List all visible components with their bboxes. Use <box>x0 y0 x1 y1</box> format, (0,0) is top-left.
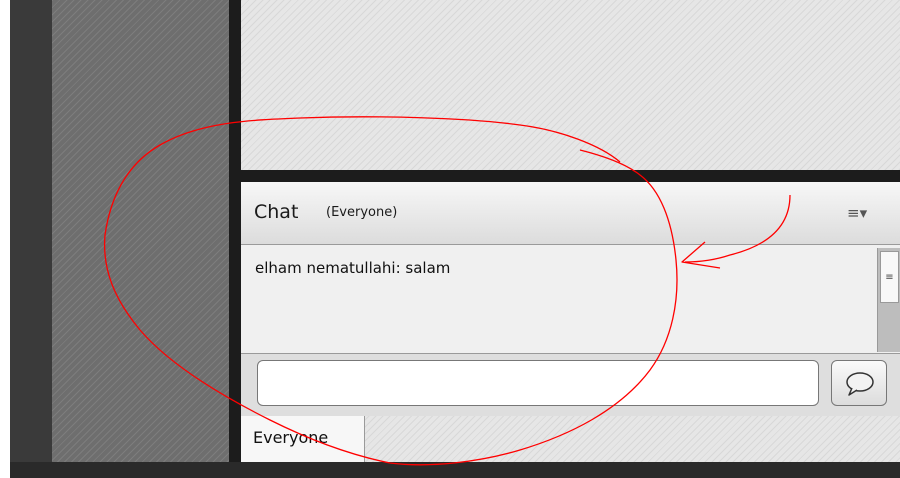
message-scrollbar[interactable]: ≡ <box>877 248 900 352</box>
menu-list-icon[interactable]: ≡▾ <box>847 204 867 222</box>
pod-divider <box>229 0 241 462</box>
top-pod-area <box>241 0 900 170</box>
chat-scope-label: (Everyone) <box>326 205 398 220</box>
left-pod-area <box>52 0 229 462</box>
tab-everyone-label: Everyone <box>253 428 329 447</box>
chat-title: Chat <box>254 201 299 223</box>
message-list: elham nematullahi: salam <box>241 245 875 351</box>
window-edge <box>0 0 10 478</box>
left-sidebar-bar <box>10 0 52 462</box>
bottom-bar <box>10 462 900 478</box>
tab-everyone[interactable]: Everyone <box>241 416 365 462</box>
chat-tab-strip: Everyone <box>241 416 900 462</box>
chat-header: Chat (Everyone) ≡▾ <box>241 182 900 245</box>
chat-input-row <box>241 353 900 416</box>
chat-bubble-icon <box>846 372 874 396</box>
pod-border <box>241 170 900 182</box>
send-message-button[interactable] <box>831 360 887 406</box>
scrollbar-thumb[interactable]: ≡ <box>880 251 899 303</box>
chat-message: elham nematullahi: salam <box>255 259 451 277</box>
chat-pod: Chat (Everyone) ≡▾ elham nematullahi: sa… <box>241 182 900 462</box>
chat-message-input[interactable] <box>257 360 819 406</box>
